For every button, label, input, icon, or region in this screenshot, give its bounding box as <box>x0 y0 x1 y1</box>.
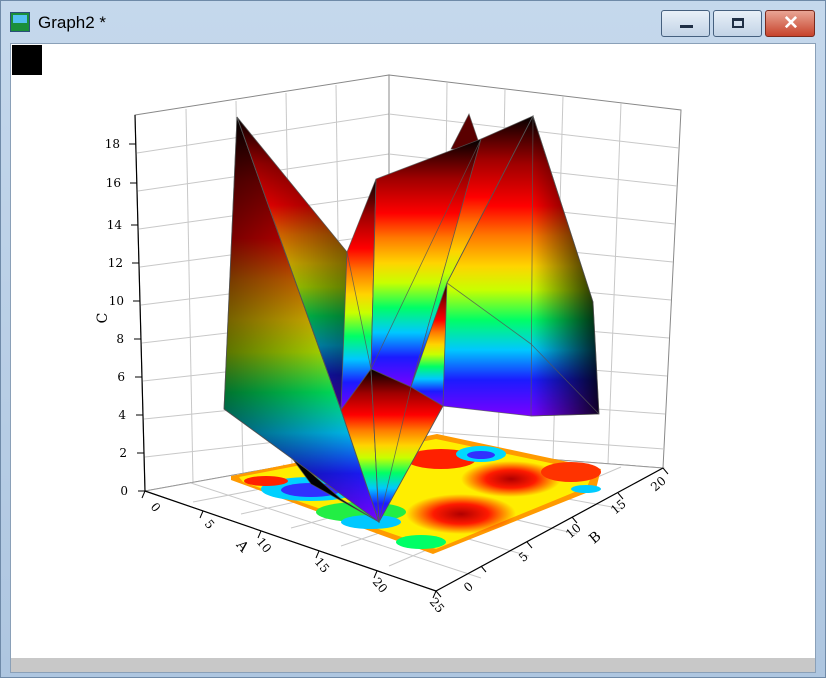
z-tick-label: 16 <box>106 176 121 190</box>
x-tick-label: 25 <box>427 595 448 616</box>
z-tick-label: 0 <box>120 484 128 498</box>
z-tick-label: 12 <box>108 256 123 270</box>
x-tick-label: 15 <box>312 555 333 576</box>
z-tick-label: 14 <box>107 218 123 232</box>
graph-page[interactable]: 0 2 4 6 8 10 12 14 16 18 C 0 5 10 15 20 … <box>10 43 816 673</box>
maximize-button[interactable] <box>713 10 762 37</box>
graph-window-icon[interactable] <box>10 12 30 32</box>
close-button[interactable]: ✕ <box>765 10 815 37</box>
z-tick-label: 18 <box>105 137 120 151</box>
surface-plot[interactable]: 0 2 4 6 8 10 12 14 16 18 C 0 5 10 15 20 … <box>11 44 815 658</box>
y-tick-label: 20 <box>648 474 669 495</box>
minimize-button[interactable] <box>661 10 710 37</box>
z-tick-label: 8 <box>116 332 124 346</box>
x-axis-label: A <box>232 537 252 556</box>
maximize-icon <box>732 18 744 28</box>
horizontal-scrollbar[interactable] <box>11 658 815 672</box>
x-tick-label: 5 <box>202 517 218 532</box>
window-title: Graph2 * <box>38 13 107 32</box>
graph-window: Graph2 * ✕ 0 2 4 6 8 10 12 14 16 18 C 0 … <box>0 0 826 678</box>
z-tick-label: 4 <box>118 408 126 422</box>
y-axis-label: B <box>586 528 604 547</box>
minimize-icon <box>680 25 693 28</box>
title-bar[interactable]: Graph2 * ✕ <box>1 1 825 43</box>
y-tick-label: 0 <box>461 579 476 595</box>
z-tick-label: 10 <box>109 294 124 308</box>
z-tick-label: 6 <box>117 370 125 384</box>
x-tick-label: 20 <box>370 575 391 596</box>
y-tick-label: 5 <box>516 549 531 565</box>
x-tick-label: 0 <box>148 500 164 515</box>
x-tick-label: 10 <box>254 535 275 556</box>
z-axis-label: C <box>95 313 111 324</box>
close-icon: ✕ <box>783 13 799 34</box>
z-tick-label: 2 <box>119 446 127 460</box>
y-tick-label: 10 <box>563 521 584 542</box>
y-tick-label: 15 <box>608 497 629 518</box>
